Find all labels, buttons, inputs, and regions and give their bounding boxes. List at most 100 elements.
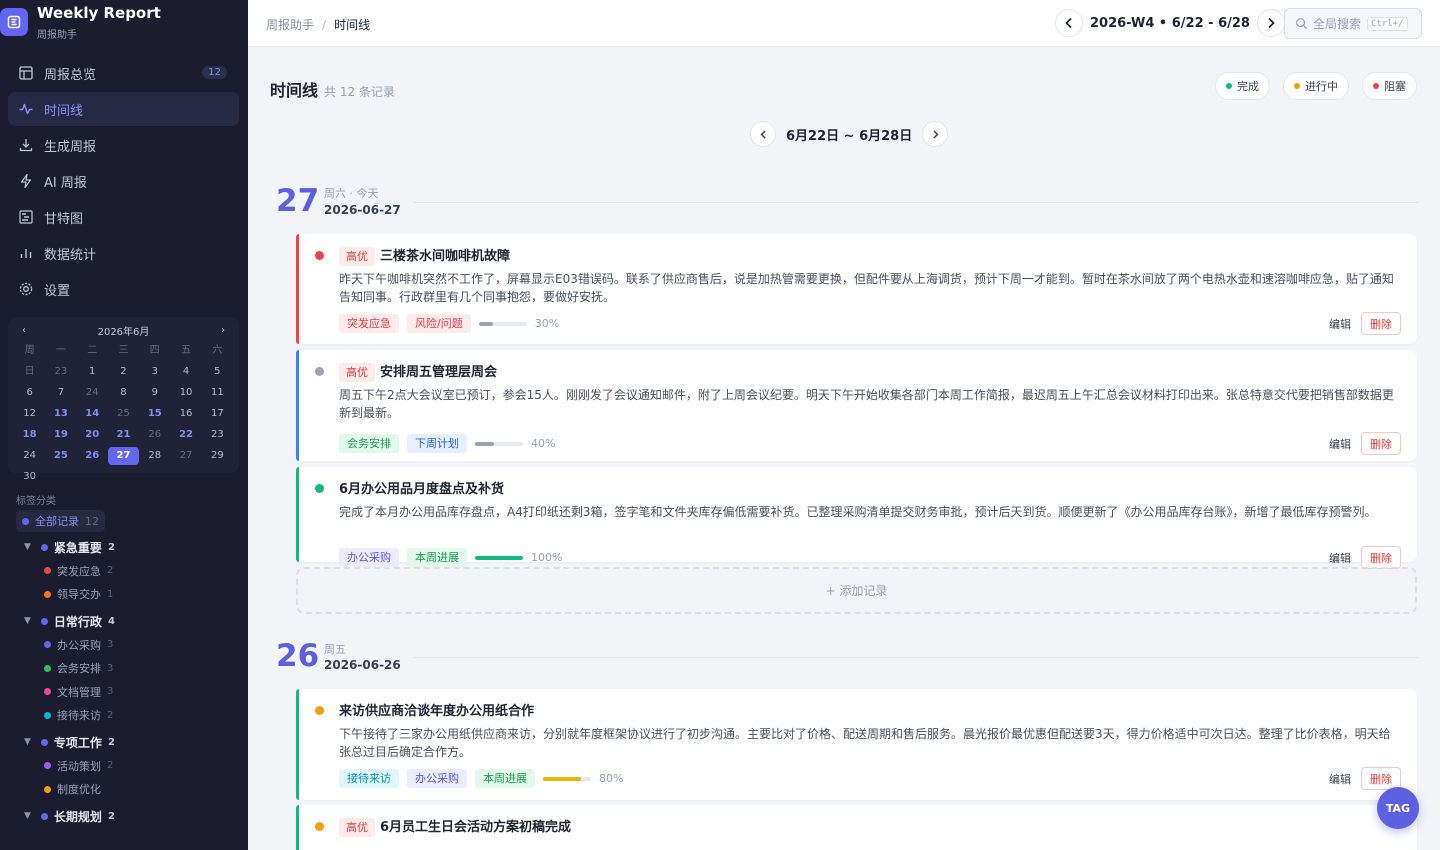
calendar-day[interactable]: 17	[202, 405, 233, 423]
calendar-day[interactable]: 20	[77, 426, 108, 444]
nav-item-label: 设置	[44, 283, 71, 299]
nav-item-gantt[interactable]: 甘特图	[8, 200, 239, 234]
timeline-card[interactable]: 6月办公用品月度盘点及补货 完成了本月办公用品库存盘点，A4打印纸还剩3箱，签字笔…	[296, 467, 1417, 569]
calendar-day[interactable]: 15	[139, 405, 170, 423]
tag-chip[interactable]: 本周进展	[475, 769, 535, 788]
timeline-card[interactable]: 来访供应商洽谈年度办公用纸合作 下午接待了三家办公用纸供应商来访，分别就年度框架协…	[296, 689, 1417, 800]
nav-item-timeline[interactable]: 时间线	[8, 92, 239, 126]
card-title[interactable]: 来访供应商洽谈年度办公用纸合作	[339, 702, 534, 721]
add-record-button[interactable]: + 添加记录	[296, 567, 1417, 614]
calendar-day[interactable]: 25	[45, 447, 76, 465]
next-week-button[interactable]	[1256, 9, 1285, 37]
calendar-day[interactable]: 12	[14, 405, 45, 423]
brand[interactable]: Weekly Report 周报助手	[0, 0, 248, 46]
delete-button[interactable]: 删除	[1361, 432, 1401, 455]
nav-item-overview[interactable]: 周报总览 12	[8, 56, 239, 90]
legend-in-progress[interactable]: 进行中	[1283, 72, 1349, 100]
tag-item[interactable]: 活动策划 2	[16, 754, 242, 778]
delete-button[interactable]: 删除	[1361, 312, 1401, 335]
legend-done[interactable]: 完成	[1215, 72, 1270, 100]
calendar-day[interactable]: 29	[202, 447, 233, 465]
global-search[interactable]: 全局搜索 Ctrl+/	[1284, 8, 1422, 39]
legend-blocked[interactable]: 阻塞	[1362, 72, 1417, 100]
tag-group[interactable]: ▼ 日常行政 4	[16, 609, 242, 633]
prev-range-button[interactable]	[750, 121, 776, 147]
tag-chip[interactable]: 风险/问题	[407, 314, 471, 333]
card-title[interactable]: 三楼茶水间咖啡机故障	[380, 247, 510, 266]
calendar-day[interactable]: 1	[77, 363, 108, 381]
next-range-button[interactable]	[922, 121, 949, 147]
timeline-card[interactable]: 高优 安排周五管理层周会 周五下午2点大会议室已预订，参会15人。刚刚发了会议通知邮…	[296, 350, 1417, 461]
prev-week-button[interactable]	[1055, 9, 1083, 37]
tag-group-label: 长期规划	[53, 809, 102, 824]
tag-item[interactable]: 办公采购 3	[16, 633, 242, 657]
calendar-day[interactable]: 10	[170, 384, 201, 402]
calendar-day[interactable]: 8	[108, 384, 139, 402]
calendar-day[interactable]: 3	[139, 363, 170, 381]
caret-down-icon[interactable]: ▼	[24, 542, 31, 552]
tag-item[interactable]: 文档管理 3	[16, 680, 242, 704]
calendar-day[interactable]: 2	[108, 363, 139, 381]
card-title[interactable]: 6月办公用品月度盘点及补货	[339, 480, 504, 499]
tag-all-records[interactable]: 全部记录 12	[16, 510, 105, 532]
calendar-day[interactable]: 6	[14, 384, 45, 402]
calendar-day[interactable]: 22	[170, 426, 201, 444]
calendar-day[interactable]: 26	[77, 447, 108, 465]
calendar-day[interactable]: 13	[45, 405, 76, 423]
tag-group[interactable]: ▼ 紧急重要 2	[16, 535, 242, 559]
calendar-day[interactable]: 30	[14, 468, 45, 486]
calendar-day[interactable]: 19	[45, 426, 76, 444]
legend-label: 阻塞	[1384, 80, 1406, 93]
nav-item-generate[interactable]: 生成周报	[8, 128, 239, 162]
tag-item[interactable]: 突发应急 2	[16, 559, 242, 583]
calendar-day[interactable]: 21	[108, 426, 139, 444]
calendar-day[interactable]: 18	[14, 426, 45, 444]
calendar-day[interactable]: 5	[202, 363, 233, 381]
tag-item[interactable]: 接待来访 2	[16, 704, 242, 728]
calendar-next-button[interactable]: ›	[221, 325, 225, 336]
tag-chip[interactable]: 接待来访	[339, 769, 399, 788]
delete-button[interactable]: 删除	[1361, 546, 1401, 569]
timeline-card[interactable]: 高优 6月员工生日会活动方案初稿完成	[296, 805, 1417, 850]
tag-item[interactable]: 领导交办 1	[16, 583, 242, 607]
tag-chip[interactable]: 会务安排	[339, 434, 399, 453]
breadcrumb-root[interactable]: 周报助手	[266, 18, 314, 32]
tag-chip[interactable]: 办公采购	[339, 548, 399, 567]
tag-chip[interactable]: 办公采购	[407, 769, 467, 788]
calendar-day[interactable]: 24	[14, 447, 45, 465]
edit-button[interactable]: 编辑	[1329, 436, 1351, 452]
tag-group[interactable]: ▼ 专项工作 2	[16, 730, 242, 754]
edit-button[interactable]: 编辑	[1329, 550, 1351, 566]
calendar-day[interactable]: 23	[202, 426, 233, 444]
caret-down-icon[interactable]: ▼	[24, 616, 31, 626]
card-title[interactable]: 6月员工生日会活动方案初稿完成	[380, 818, 571, 837]
tag-group[interactable]: ▼ 长期规划 2	[16, 804, 242, 828]
nav-item-settings[interactable]: 设置	[8, 272, 239, 306]
caret-down-icon[interactable]: ▼	[24, 811, 31, 821]
calendar-prev-button[interactable]: ‹	[22, 325, 26, 336]
calendar-day[interactable]: 28	[139, 447, 170, 465]
nav-item-stats[interactable]: 数据统计	[8, 236, 239, 270]
tag-chip[interactable]: 本周进展	[407, 548, 467, 567]
calendar-day[interactable]: 27	[107, 447, 140, 465]
edit-button[interactable]: 编辑	[1329, 316, 1351, 332]
edit-button[interactable]: 编辑	[1329, 771, 1351, 787]
tag-item[interactable]: 会务安排 3	[16, 657, 242, 681]
calendar-day[interactable]: 14	[77, 405, 108, 423]
calendar-weekday-header: 一	[55, 345, 66, 356]
calendar-day[interactable]: 4	[170, 363, 201, 381]
caret-down-icon[interactable]: ▼	[24, 737, 31, 747]
calendar-day[interactable]: 9	[139, 384, 170, 402]
tag-dot	[44, 641, 51, 649]
nav-item-ai-report[interactable]: AI 周报	[8, 164, 239, 198]
tag-item[interactable]: 制度优化	[16, 778, 242, 802]
calendar-day[interactable]: 16	[170, 405, 201, 423]
timeline-card[interactable]: 高优 三楼茶水间咖啡机故障 昨天下午咖啡机突然不工作了，屏幕显示E03错误码。联系了…	[296, 234, 1417, 344]
calendar-day[interactable]: 7	[45, 384, 76, 402]
tag-chip[interactable]: 下周计划	[407, 434, 467, 453]
calendar-day[interactable]: 11	[202, 384, 233, 402]
timeline-main: 时间线共 12 条记录 完成 进行中 阻塞 6月22日 ~ 6月28日 27 周…	[248, 47, 1440, 850]
tag-fab-button[interactable]: TAG	[1377, 787, 1419, 829]
card-title[interactable]: 安排周五管理层周会	[380, 363, 497, 382]
tag-chip[interactable]: 突发应急	[339, 314, 399, 333]
